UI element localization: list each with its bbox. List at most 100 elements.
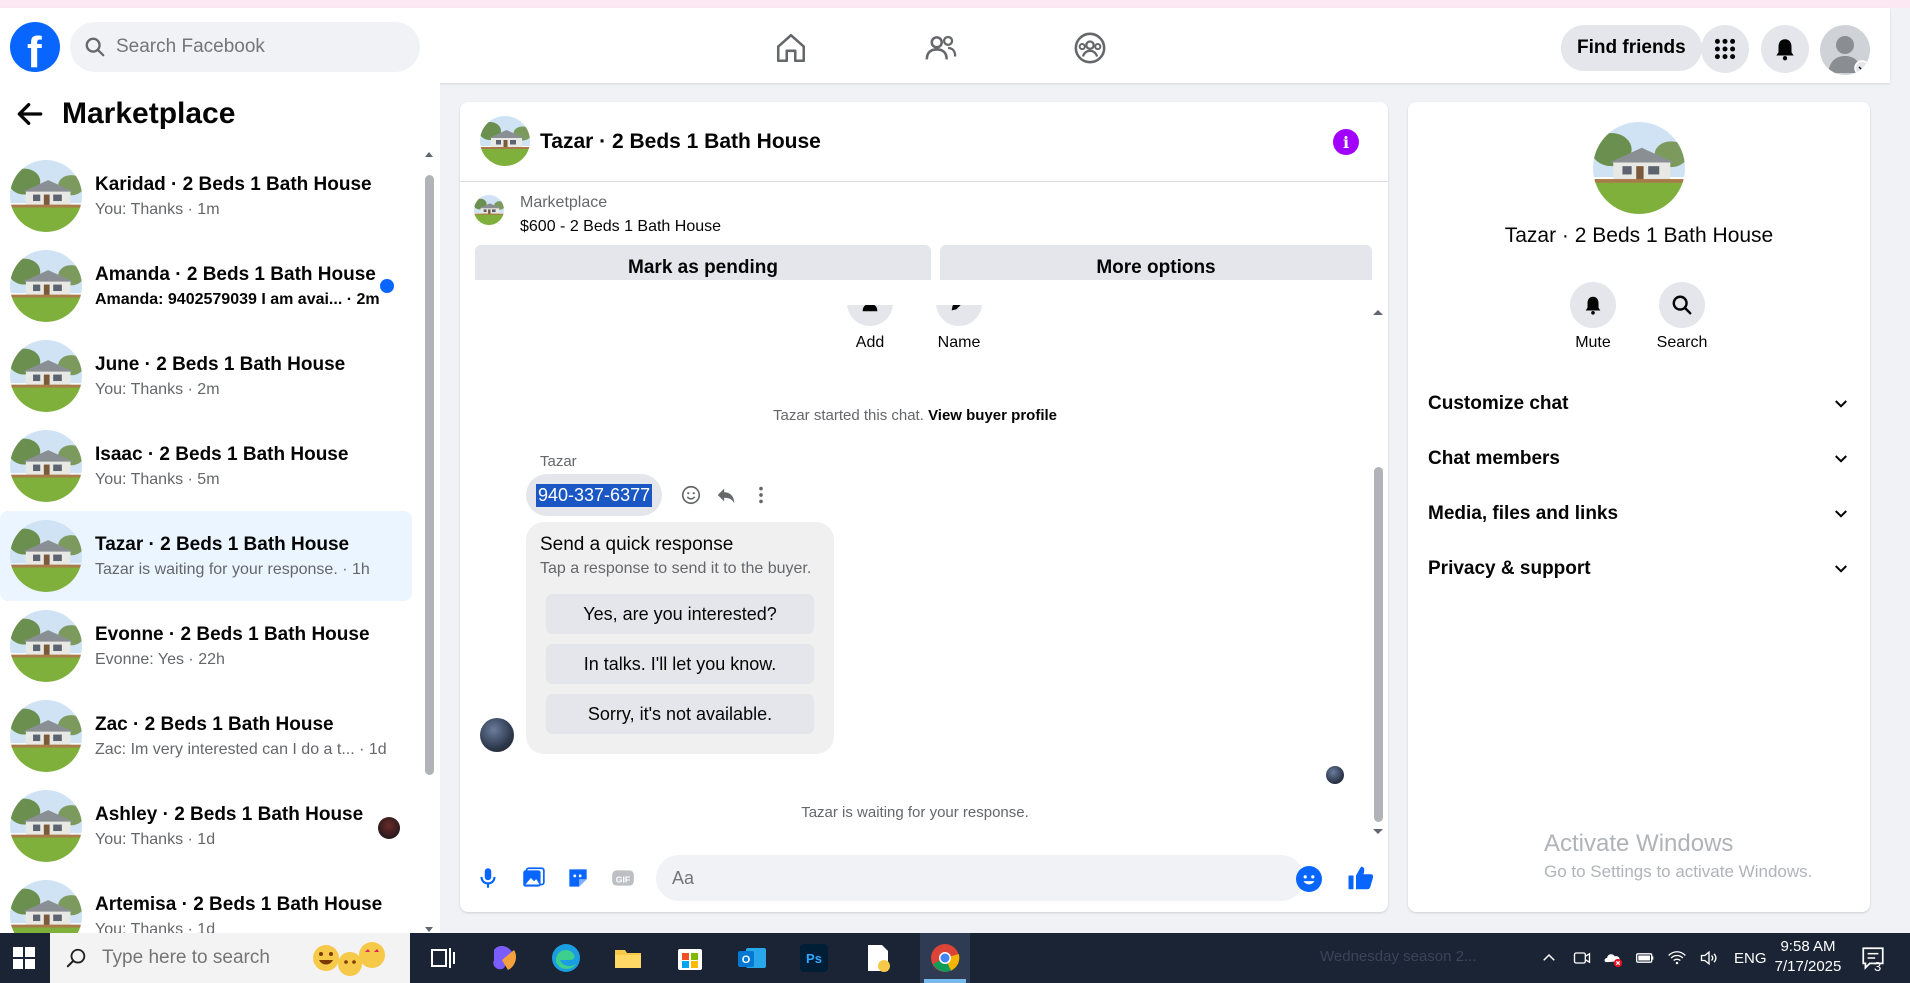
reply-icon[interactable] (715, 484, 737, 506)
conversation-item[interactable]: Ashley · 2 Beds 1 Bath House You: Thanks … (0, 781, 412, 871)
conversation-item[interactable]: Zac · 2 Beds 1 Bath House Zac: Im very in… (0, 691, 412, 781)
menu-grid-icon[interactable] (1701, 25, 1749, 73)
svg-text:Ps: Ps (806, 951, 822, 966)
meet-now-icon[interactable] (1572, 948, 1592, 968)
microsoft-store-icon[interactable] (674, 942, 706, 974)
listing-thumbnail[interactable] (474, 195, 504, 225)
page-scrollbar[interactable] (1892, 83, 1910, 933)
quick-response-button[interactable]: In talks. I'll let you know. (546, 644, 814, 684)
volume-icon[interactable] (1698, 948, 1720, 968)
conversation-item[interactable]: Karidad · 2 Beds 1 Bath House You: Thanks… (0, 151, 412, 241)
conversation-name: Artemisa · 2 Beds 1 Bath House (95, 893, 383, 915)
quick-response-button[interactable]: Yes, are you interested? (546, 594, 814, 634)
emoji-smile-icon[interactable] (1296, 866, 1322, 892)
taskbar-search-input[interactable] (102, 947, 302, 969)
message-text-selected[interactable]: 940-337-6377 (536, 483, 653, 507)
groups-icon[interactable] (1070, 28, 1110, 68)
chat-members-section[interactable]: Chat members (1428, 439, 1850, 479)
conversation-item[interactable]: Amanda · 2 Beds 1 Bath House Amanda: 9402… (0, 241, 412, 331)
search-icon (85, 37, 105, 57)
outlook-icon[interactable]: O (736, 942, 768, 974)
gif-icon[interactable]: GIF (610, 865, 636, 891)
unread-dot-icon (380, 279, 394, 293)
sticker-icon[interactable] (565, 865, 591, 891)
listing-type: Marketplace (520, 194, 608, 211)
chat-scrollbar[interactable] (1372, 307, 1384, 835)
conversation-text: Evonne · 2 Beds 1 Bath House Evonne: Yes … (95, 624, 370, 669)
svg-text:O: O (742, 954, 751, 966)
task-view-icon[interactable] (428, 942, 460, 974)
home-icon[interactable] (771, 28, 811, 68)
microphone-icon[interactable] (475, 865, 501, 891)
quick-response-button[interactable]: Sorry, it's not available. (546, 694, 814, 734)
profile-avatar[interactable] (1820, 25, 1870, 75)
media-files-links-section[interactable]: Media, files and links (1428, 494, 1850, 534)
react-emoji-icon[interactable] (680, 484, 702, 506)
find-friends-button[interactable]: Find friends (1561, 25, 1702, 71)
mute-bell-icon[interactable] (1570, 282, 1616, 328)
taskbar-search-box[interactable] (50, 933, 410, 983)
chat-title[interactable]: Tazar · 2 Beds 1 Bath House (540, 130, 821, 154)
chrome-browser-icon[interactable] (929, 942, 961, 974)
seen-avatar (378, 817, 400, 839)
customize-chat-section[interactable]: Customize chat (1428, 384, 1850, 424)
activate-windows-title: Activate Windows (1544, 830, 1734, 857)
info-title: Tazar · 2 Beds 1 Bath House (1504, 224, 1774, 247)
copilot-icon[interactable] (488, 942, 520, 974)
sender-avatar[interactable] (480, 718, 514, 752)
edge-browser-icon[interactable] (550, 942, 582, 974)
facebook-search-box[interactable] (70, 22, 420, 72)
notifications-bell-icon[interactable] (1761, 25, 1809, 73)
notification-count: 3 (1874, 959, 1882, 974)
chat-started-notice: Tazar started this chat. View buyer prof… (460, 407, 1370, 424)
started-text: Tazar started this chat. (772, 407, 924, 424)
clock-date: 7/17/2025 (1774, 958, 1842, 975)
message-actions (680, 480, 772, 510)
view-buyer-profile-link[interactable]: View buyer profile (928, 407, 1057, 424)
more-vertical-icon[interactable] (750, 484, 772, 506)
listing-price[interactable]: $600 - 2 Beds 1 Bath House (520, 218, 721, 236)
section-label: Media, files and links (1428, 503, 1619, 524)
conversation-item[interactable]: Tazar · 2 Beds 1 Bath House Tazar is wait… (0, 511, 412, 601)
chevron-up-icon[interactable] (1540, 949, 1558, 967)
conversation-name: Zac · 2 Beds 1 Bath House (95, 713, 334, 735)
section-label: Chat members (1428, 448, 1560, 469)
chat-info-panel: Tazar · 2 Beds 1 Bath House Mute Search … (1408, 102, 1870, 912)
photoshop-icon[interactable]: Ps (798, 942, 830, 974)
file-explorer-icon[interactable] (612, 942, 644, 974)
conversation-name: Tazar · 2 Beds 1 Bath House (95, 533, 350, 555)
photo-gallery-icon[interactable] (520, 865, 546, 891)
thumbs-up-like-icon[interactable] (1346, 863, 1376, 893)
taskbar-faded-widget[interactable]: Wednesday season 2... (1320, 948, 1477, 965)
privacy-support-section[interactable]: Privacy & support (1428, 549, 1850, 589)
chat-listing-thumbnail[interactable] (480, 116, 530, 166)
facebook-logo-icon[interactable]: f (10, 22, 60, 77)
friends-icon[interactable] (921, 28, 961, 68)
conversation-text: Ashley · 2 Beds 1 Bath House You: Thanks … (95, 804, 363, 849)
header-mask (460, 280, 1388, 305)
message-bubble[interactable]: 940-337-6377 (526, 474, 663, 516)
message-input[interactable] (656, 855, 1304, 901)
conversation-item[interactable]: June · 2 Beds 1 Bath House You: Thanks · … (0, 331, 412, 421)
conversation-thumbnail (10, 700, 82, 772)
info-icon[interactable]: i (1333, 129, 1359, 155)
taskbar-clock[interactable]: 9:58 AM 7/17/2025 (1762, 937, 1854, 977)
sidebar-scrollbar[interactable] (424, 152, 434, 932)
waiting-notice: Tazar is waiting for your response. (801, 804, 1029, 821)
back-arrow-icon[interactable] (14, 98, 46, 130)
search-input[interactable] (116, 36, 396, 58)
onedrive-error-icon[interactable] (1602, 948, 1624, 968)
windows-start-icon[interactable] (12, 946, 36, 970)
search-conversation-icon[interactable] (1659, 282, 1705, 328)
document-file-icon[interactable] (862, 942, 894, 974)
notification-center-icon[interactable] (1860, 945, 1886, 971)
conversation-thumbnail (10, 340, 82, 412)
windows-taskbar: O Ps Wednesday season 2... ENG 9:58 AM 7… (0, 933, 1910, 983)
conversation-item[interactable]: Evonne · 2 Beds 1 Bath House Evonne: Yes … (0, 601, 412, 691)
battery-icon[interactable] (1634, 948, 1656, 968)
name-label: Name (937, 334, 981, 351)
search-icon (66, 948, 86, 968)
conversation-item[interactable]: Isaac · 2 Beds 1 Bath House You: Thanks ·… (0, 421, 412, 511)
info-listing-image[interactable] (1593, 122, 1685, 214)
wifi-icon[interactable] (1666, 948, 1688, 968)
